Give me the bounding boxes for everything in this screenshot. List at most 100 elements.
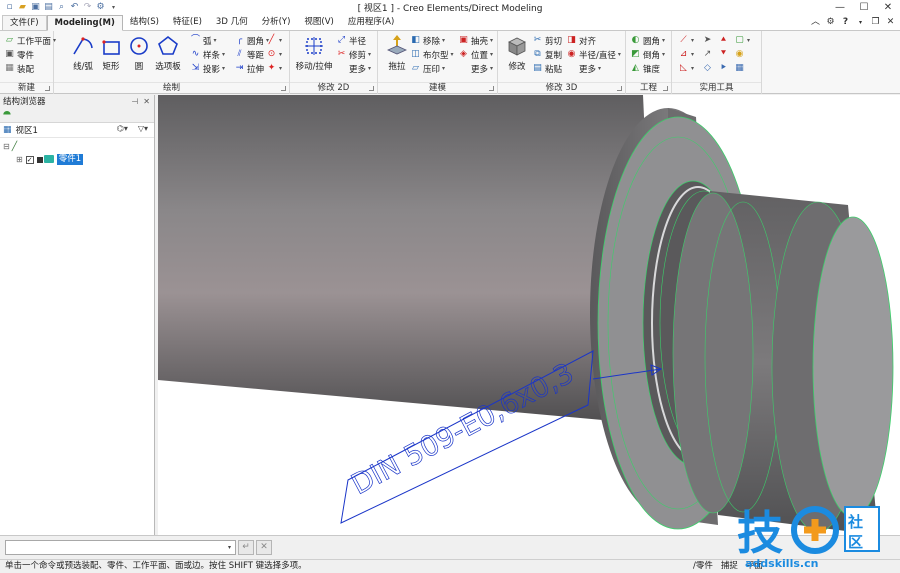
util-bend-button[interactable]: ◺ ▾ bbox=[678, 62, 694, 75]
chamfer-button[interactable]: ◩ 倒角 ▾ bbox=[630, 48, 665, 61]
tab-analysis[interactable]: 分析(Y) bbox=[255, 15, 298, 30]
new-part-button[interactable]: ▣ 零件 bbox=[4, 48, 34, 61]
line-tool-button[interactable]: ╱ ▾ bbox=[266, 34, 282, 47]
group-launcher-icon[interactable] bbox=[489, 86, 494, 91]
group-launcher-icon[interactable] bbox=[369, 86, 374, 91]
shaft-body[interactable] bbox=[158, 95, 658, 425]
new-assembly-button[interactable]: ▦ 装配 bbox=[4, 62, 34, 75]
model-canvas[interactable]: DIN 509-E0,6x0,3 bbox=[158, 95, 900, 535]
cut-button[interactable]: ✂ 剪切 bbox=[532, 34, 562, 47]
tab-file[interactable]: 文件(F) bbox=[2, 15, 47, 30]
end-face[interactable] bbox=[812, 216, 894, 518]
collapse-icon[interactable]: ⊟ bbox=[3, 142, 10, 151]
command-input[interactable]: ▾ bbox=[5, 540, 236, 555]
status-part[interactable]: /零件 bbox=[693, 560, 713, 573]
align-icon: ◨ bbox=[567, 35, 576, 45]
fixture-icon: ⯈ bbox=[719, 63, 728, 73]
point-tool-button[interactable]: ⊙ ▾ bbox=[266, 48, 282, 61]
util-shape-button[interactable]: ◇ bbox=[702, 62, 713, 75]
view-row[interactable]: ▦ 视区1 ⌬▾ ▽▾ bbox=[0, 123, 154, 138]
spline-button[interactable]: ∿ 样条 ▾ bbox=[190, 48, 225, 61]
tree-part-row[interactable]: ⊞ ✓ 零件1 bbox=[0, 153, 154, 166]
util-fixture-button[interactable]: ⯈ bbox=[718, 62, 729, 75]
minimize-icon[interactable]: — bbox=[828, 0, 852, 15]
align-button[interactable]: ◨ 对齐 bbox=[566, 34, 596, 47]
workplane-button[interactable]: ▱ 工作平面 ▾ bbox=[4, 34, 56, 47]
radius-button[interactable]: ⤢ 半径 bbox=[336, 34, 366, 47]
tree-root-row[interactable]: ⊟ ╱ bbox=[0, 140, 154, 153]
tab-modeling[interactable]: Modeling(M) bbox=[46, 15, 123, 31]
util-check-button[interactable]: ⊿ ▾ bbox=[678, 48, 694, 61]
construction-icon: ✦ bbox=[267, 63, 276, 73]
group-modify-3d: 修改 ✂ 剪切 ⧉ 复制 ▤ 粘贴 ◨ 对齐 ◉ 半径/直径 ▾ 更多 ▾ 修改 3D bbox=[498, 31, 626, 94]
close-panel-icon[interactable]: ✕ bbox=[143, 97, 150, 106]
expand-icon[interactable]: ⊞ bbox=[16, 155, 23, 164]
util-view-button[interactable]: ▢ ▾ bbox=[734, 34, 750, 47]
binoculars-icon[interactable]: ⌬▾ bbox=[117, 124, 128, 133]
imprint-button[interactable]: ▱ 压印 ▾ bbox=[410, 62, 445, 75]
palette-button[interactable]: 选项板 bbox=[150, 34, 186, 78]
command-dropdown-icon[interactable]: ▾ bbox=[224, 541, 235, 554]
assembly-icon: ▦ bbox=[5, 63, 14, 73]
tab-features[interactable]: 特征(E) bbox=[166, 15, 209, 30]
restore-icon[interactable]: ❐ bbox=[870, 17, 881, 28]
extrude-2d-button[interactable]: ⇥ 拉伸 bbox=[234, 62, 264, 75]
position-button[interactable]: ◈ 位置 ▾ bbox=[458, 48, 493, 61]
close-icon[interactable]: ✕ bbox=[876, 0, 900, 15]
remove-button[interactable]: ◧ 移除 ▾ bbox=[410, 34, 445, 47]
boolean-button[interactable]: ◫ 布尔型 ▾ bbox=[410, 48, 453, 61]
command-cancel-button[interactable]: ✕ bbox=[256, 540, 272, 555]
maximize-icon[interactable]: ☐ bbox=[852, 0, 876, 15]
copy-button[interactable]: ⧉ 复制 bbox=[532, 48, 562, 61]
tab-view[interactable]: 视图(V) bbox=[297, 15, 340, 30]
tab-3d-geometry[interactable]: 3D 几何 bbox=[209, 15, 255, 30]
modify-3d-button[interactable]: 修改 bbox=[500, 34, 534, 78]
group-label-modify-2d: 修改 2D bbox=[290, 82, 377, 94]
group-launcher-icon[interactable] bbox=[45, 86, 50, 91]
doc-close-icon[interactable]: ✕ bbox=[885, 17, 896, 28]
group-modify-2d: 移动/拉伸 ⤢ 半径 ✂ 修剪 ▾ 更多 ▾ 修改 2D bbox=[290, 31, 378, 94]
more-2d-button[interactable]: 更多 ▾ bbox=[336, 62, 371, 75]
tab-structure[interactable]: 结构(S) bbox=[123, 15, 166, 30]
more-build-button[interactable]: 更多 ▾ bbox=[458, 62, 493, 75]
util-align-button[interactable]: ↗ bbox=[702, 48, 713, 61]
help-dropdown-icon[interactable]: ▾ bbox=[855, 17, 866, 28]
group-launcher-icon[interactable] bbox=[617, 86, 622, 91]
fillet-3d-button[interactable]: ◐ 圆角 ▾ bbox=[630, 34, 665, 47]
group-label-utilities: 实用工具 bbox=[672, 82, 761, 94]
arc-button[interactable]: ⌒ 弧 ▾ bbox=[190, 34, 217, 47]
modify-cube-icon bbox=[508, 37, 526, 56]
tab-applications[interactable]: 应用程序(A) bbox=[341, 15, 401, 30]
more-3d-button[interactable]: 更多 ▾ bbox=[566, 62, 601, 75]
util-pin-button[interactable]: ⯅ bbox=[718, 34, 729, 47]
util-select-button[interactable]: ➤ bbox=[702, 34, 713, 47]
group-launcher-icon[interactable] bbox=[663, 86, 668, 91]
view-box-icon: ▢ bbox=[735, 35, 744, 45]
shell-button[interactable]: ▣ 抽壳 ▾ bbox=[458, 34, 493, 47]
tree-filter-icon[interactable]: ⯊ bbox=[3, 110, 11, 121]
construction-tool-button[interactable]: ✦ ▾ bbox=[266, 62, 282, 75]
taper-button[interactable]: ◭ 锥度 bbox=[630, 62, 660, 75]
project-button[interactable]: ⇲ 投影 ▾ bbox=[190, 62, 225, 75]
paste-button[interactable]: ▤ 粘贴 bbox=[532, 62, 562, 75]
graphics-viewport[interactable]: DIN 509-E0,6x0,3 bbox=[158, 95, 900, 535]
collapse-ribbon-icon[interactable]: ︿ bbox=[810, 17, 821, 28]
util-render-button[interactable]: ◉ bbox=[734, 48, 745, 61]
util-grid-button[interactable]: ▦ bbox=[734, 62, 745, 75]
filter-icon[interactable]: ▽▾ bbox=[138, 124, 148, 133]
group-draw-extra: ╱ ▾ ⊙ ▾ ✦ ▾ bbox=[264, 31, 290, 94]
radius-diameter-button[interactable]: ◉ 半径/直径 ▾ bbox=[566, 48, 621, 61]
command-enter-button[interactable]: ↵ bbox=[238, 540, 254, 555]
target-icon: ⊙ bbox=[267, 49, 276, 59]
util-measure-button[interactable]: ⟋ ▾ bbox=[678, 34, 694, 47]
visibility-checkbox[interactable]: ✓ bbox=[25, 155, 34, 164]
pull-button[interactable]: 拖拉 bbox=[380, 34, 414, 78]
util-relation-button[interactable]: ⯆ bbox=[718, 48, 729, 61]
trim-button[interactable]: ✂ 修剪 ▾ bbox=[336, 48, 371, 61]
offset-button[interactable]: ⫽ 等距 bbox=[234, 48, 264, 61]
move-stretch-button[interactable]: 移动/拉伸 bbox=[292, 34, 336, 78]
help-icon[interactable]: ? bbox=[840, 17, 851, 28]
pin-panel-icon[interactable]: ⊣ bbox=[131, 97, 138, 106]
measure-icon: ⟋ bbox=[680, 35, 687, 45]
settings-icon[interactable]: ⚙ bbox=[825, 17, 836, 28]
